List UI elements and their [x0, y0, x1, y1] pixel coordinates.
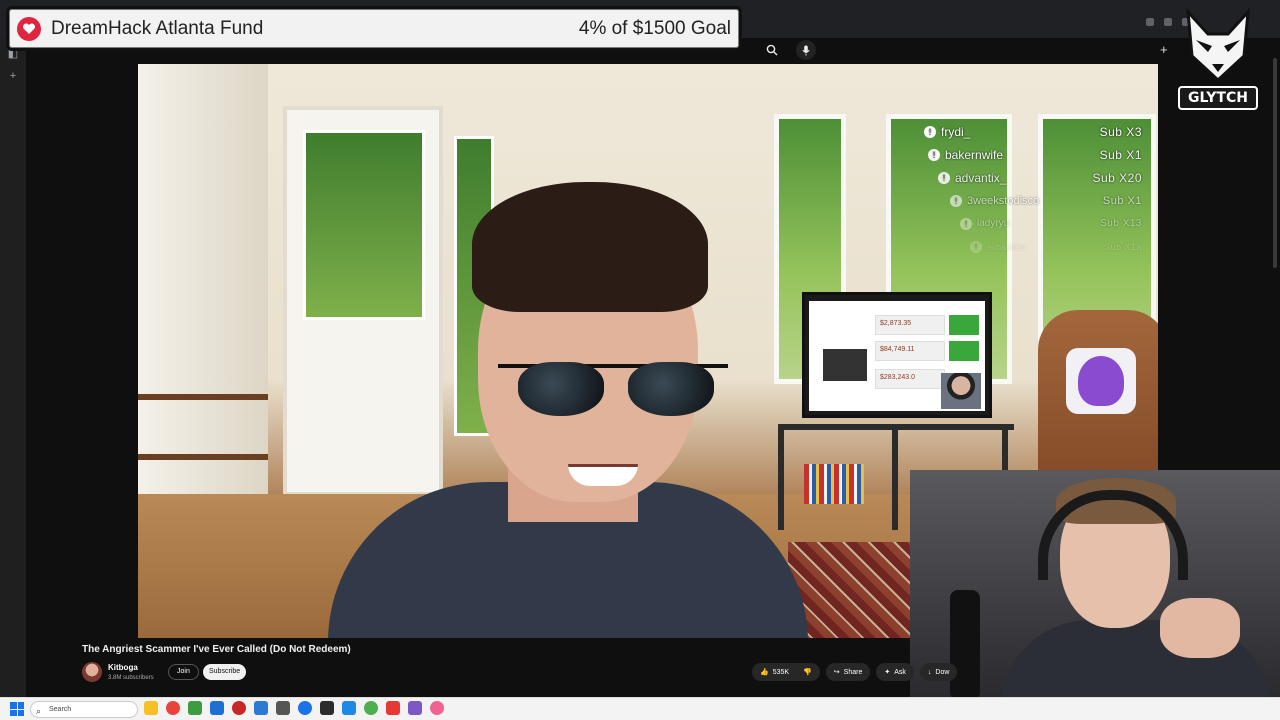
like-button[interactable]: 👍 535K 👎: [752, 663, 820, 681]
info-icon: !: [970, 240, 982, 253]
scene-pillow: [1066, 348, 1136, 414]
taskbar-app-icon[interactable]: [276, 701, 290, 715]
tv-row-1: $2,873.35: [875, 315, 945, 335]
download-button[interactable]: ↓ Dow: [919, 663, 958, 681]
extension-icon[interactable]: [1146, 18, 1154, 26]
video-actions: 👍 535K 👎 ↪ Share ✦ Ask ↓ Dow: [752, 663, 958, 681]
donation-goal-bar: DreamHack Atlanta Fund 4% of $1500 Goal: [6, 6, 742, 51]
join-button[interactable]: Join: [168, 664, 199, 680]
taskbar-app-icon[interactable]: [386, 701, 400, 715]
fund-title: DreamHack Atlanta Fund: [51, 17, 264, 39]
sub-entry: ! advantix_ Sub X20: [924, 166, 1152, 189]
studio-microphone: [950, 590, 980, 700]
sub-amount: Sub X13: [1100, 218, 1142, 229]
search-icon: [766, 44, 778, 56]
ask-button[interactable]: ✦ Ask: [876, 663, 914, 681]
sub-entry: ! 3weekstodisco Sub X1: [924, 189, 1152, 212]
tv-row-3: $283,243.0: [875, 369, 945, 389]
search-button[interactable]: [760, 40, 784, 60]
glytch-label: GLYTCH: [1178, 86, 1258, 110]
sub-amount: Sub X3: [1099, 124, 1142, 139]
taskbar-app-icon[interactable]: [144, 701, 158, 715]
sub-name: frydi_: [941, 124, 971, 139]
share-label: Share: [843, 668, 863, 676]
taskbar-app-icon[interactable]: [232, 701, 246, 715]
taskbar-app-icon[interactable]: [166, 701, 180, 715]
subscribe-button[interactable]: Subscribe: [203, 664, 247, 680]
taskbar-app-icon[interactable]: [408, 701, 422, 715]
video-host: [298, 182, 858, 638]
channel-name[interactable]: Kitboga: [108, 663, 138, 672]
like-count: 535K: [772, 668, 790, 676]
taskbar-app-icon[interactable]: [342, 701, 356, 715]
share-icon: ↪: [833, 669, 840, 676]
glytch-logo: GLYTCH: [1178, 6, 1258, 110]
fund-goal: 4% of $1500 Goal: [578, 17, 731, 39]
share-button[interactable]: ↪ Share: [825, 663, 871, 681]
channel-avatar[interactable]: [82, 662, 102, 682]
sub-amount: Sub X1a: [1103, 241, 1142, 252]
sparkle-icon: ✦: [884, 669, 891, 676]
info-icon: !: [950, 194, 962, 207]
taskbar-app-icon[interactable]: [320, 701, 334, 715]
streamer-webcam: [910, 470, 1280, 700]
sub-amount: Sub X1: [1099, 147, 1142, 162]
scrollbar-thumb[interactable]: [1273, 58, 1277, 268]
tv-row-2: $84,749.11: [875, 341, 945, 361]
screen: + ◧ + $2,873.35 $84,749.11 $283,243.0 ! …: [0, 0, 1280, 720]
sub-entry: ! ladyryu Sub X13: [924, 212, 1152, 235]
video-title: The Angriest Scammer I've Ever Called (D…: [82, 644, 351, 655]
taskbar-app-icon[interactable]: [254, 701, 268, 715]
info-icon: !: [938, 171, 950, 184]
info-icon: !: [924, 125, 936, 138]
sub-name: advantix_: [955, 170, 1007, 185]
taskbar-app-icon[interactable]: [210, 701, 224, 715]
sub-name: elibasnao: [987, 241, 1026, 252]
info-icon: !: [928, 148, 940, 161]
voice-search-button[interactable]: [796, 40, 816, 60]
create-icon[interactable]: +: [1160, 42, 1168, 57]
thumbs-up-icon: 👍: [760, 669, 769, 676]
microphone-icon: [802, 45, 810, 55]
sunglasses: [498, 354, 728, 418]
sub-feed: ! frydi_ Sub X3 ! bakernwife Sub X1 ! advan…: [924, 120, 1152, 258]
info-icon: !: [960, 217, 972, 230]
search-icon: ⌕: [36, 706, 42, 716]
taskbar-apps: [144, 701, 444, 715]
sub-name: bakernwife: [945, 147, 1004, 162]
sub-name: ladyryu: [977, 218, 1010, 229]
taskbar-app-icon[interactable]: [364, 701, 378, 715]
sub-entry: ! frydi_ Sub X3: [924, 120, 1152, 143]
taskbar-app-icon[interactable]: [430, 701, 444, 715]
sub-entry: ! bakernwife Sub X1: [924, 143, 1152, 166]
thumbs-down-icon[interactable]: 👎: [803, 668, 812, 676]
download-label: Dow: [935, 668, 950, 676]
ask-label: Ask: [894, 668, 906, 676]
left-rail: ◧ +: [0, 38, 26, 698]
tv-person: [941, 373, 981, 409]
sub-entry: ! elibasnao Sub X1a: [924, 235, 1152, 258]
sub-name: 3weekstodisco: [967, 194, 1040, 207]
download-icon: ↓: [927, 668, 932, 676]
taskbar-app-icon[interactable]: [298, 701, 312, 715]
fox-icon: [1186, 7, 1250, 83]
sub-amount: Sub X1: [1102, 194, 1142, 207]
windows-taskbar: ⌕ Search: [0, 697, 1280, 720]
windows-start-icon[interactable]: [10, 702, 24, 716]
taskbar-search[interactable]: ⌕ Search: [30, 701, 138, 718]
bookmark-icon[interactable]: [1164, 18, 1172, 26]
taskbar-app-icon[interactable]: [188, 701, 202, 715]
plus-icon[interactable]: +: [7, 70, 19, 82]
subscriber-count: 3.8M subscribers: [108, 675, 154, 681]
taskbar-search-placeholder: Search: [49, 706, 72, 713]
heart-icon: [17, 16, 41, 41]
sub-amount: Sub X20: [1092, 170, 1142, 185]
